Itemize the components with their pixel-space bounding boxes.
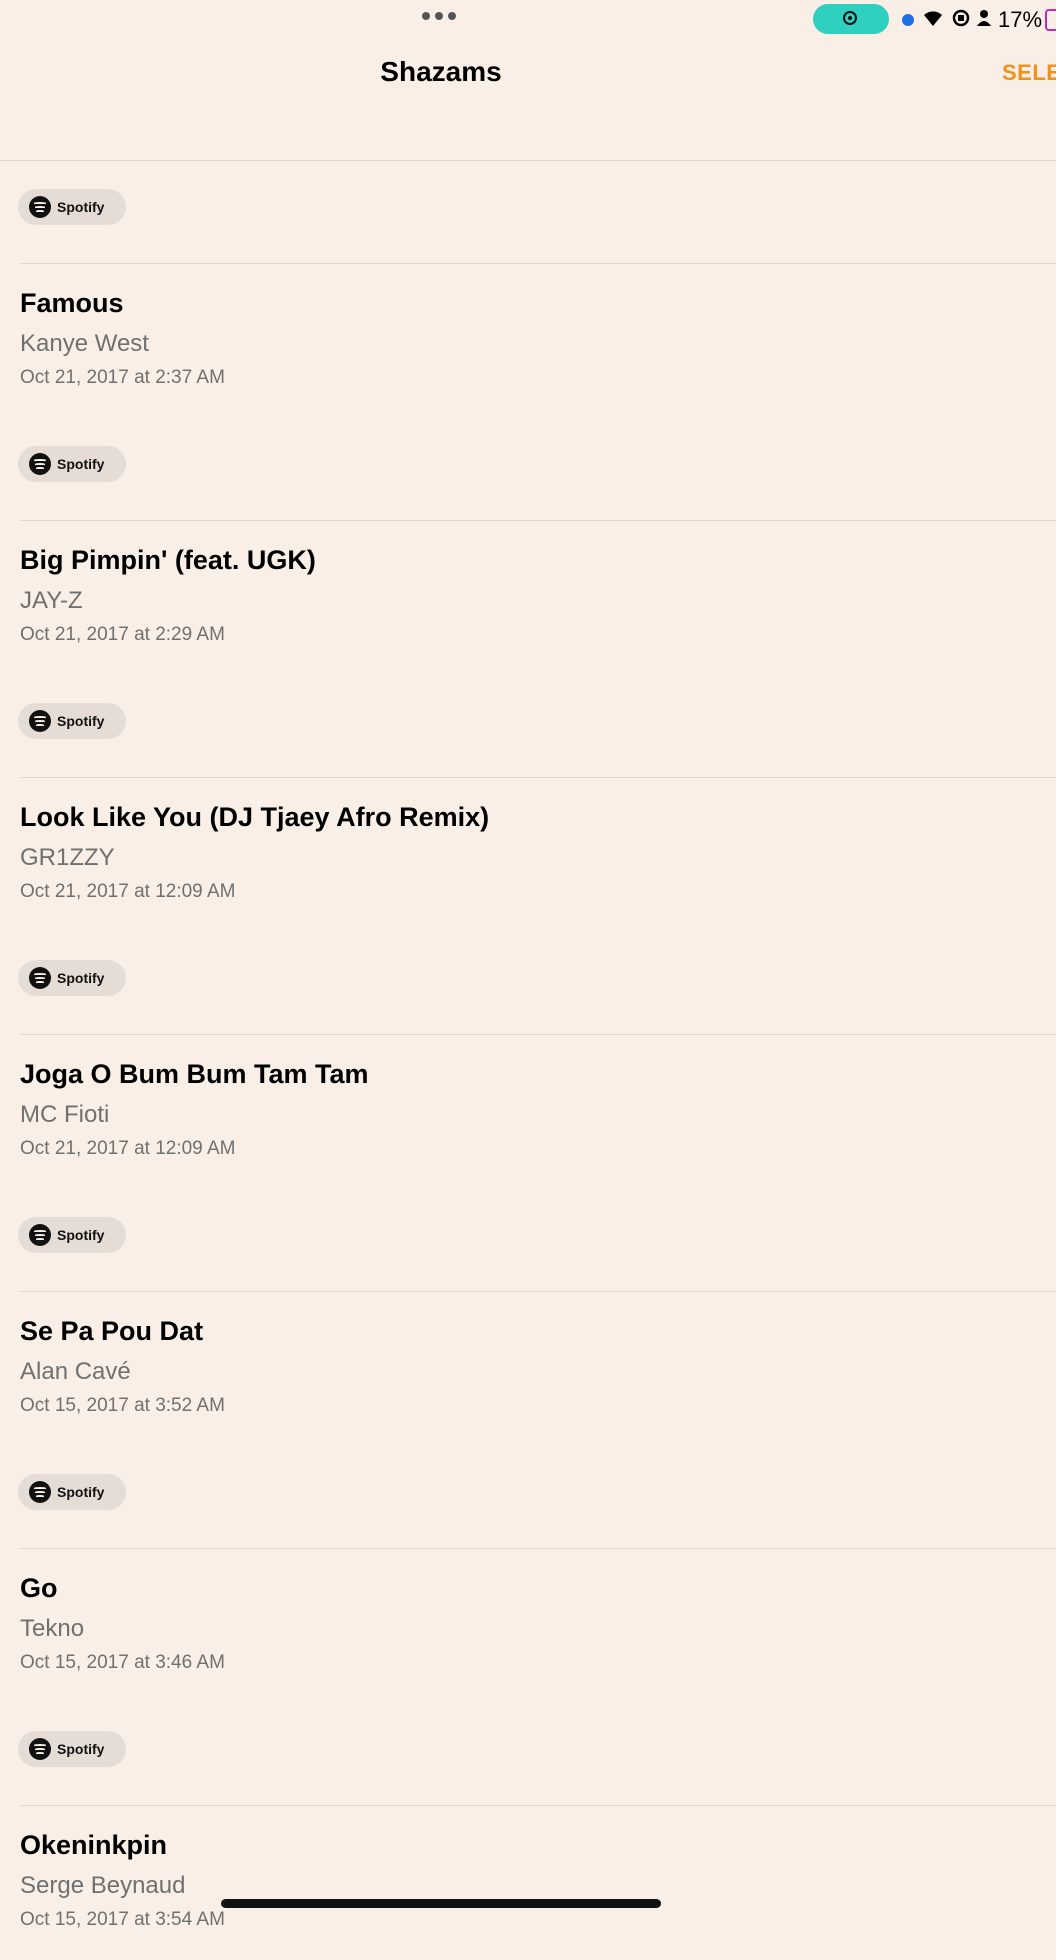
status-bar: 17% — [0, 0, 1056, 40]
song-artist: MC Fioti — [20, 1101, 110, 1128]
spotify-label: Spotify — [57, 199, 105, 215]
song-date: Oct 21, 2017 at 2:37 AM — [20, 367, 225, 388]
spotify-icon — [29, 1738, 51, 1760]
song-title: Go — [20, 1573, 58, 1603]
spotify-button[interactable]: Spotify — [18, 189, 126, 225]
spotify-button[interactable]: Spotify — [18, 1217, 126, 1253]
spotify-label: Spotify — [57, 713, 105, 729]
list-item-spotify-row: Spotify — [18, 161, 1056, 264]
song-date: Oct 21, 2017 at 12:09 AM — [20, 881, 236, 902]
spotify-icon — [29, 453, 51, 475]
page-title: Shazams — [380, 56, 502, 87]
song-artist: Serge Beynaud — [20, 1872, 186, 1899]
song-date: Oct 15, 2017 at 3:54 AM — [20, 1909, 225, 1930]
song-artist: Tekno — [20, 1615, 85, 1642]
battery-icon — [1045, 9, 1056, 31]
spotify-label: Spotify — [57, 1227, 105, 1243]
list-item-spotify-row: Spotify — [18, 418, 1056, 521]
song-date: Oct 15, 2017 at 3:46 AM — [20, 1652, 225, 1673]
spotify-button[interactable]: Spotify — [18, 446, 126, 482]
song-title: Famous — [20, 288, 124, 318]
song-title: Joga O Bum Bum Tam Tam — [20, 1059, 369, 1089]
list-item[interactable]: Big Pimpin' (feat. UGK) JAY-Z Oct 21, 20… — [20, 521, 1056, 675]
list-item-spotify-row: Spotify — [18, 1189, 1056, 1292]
spotify-icon — [29, 1481, 51, 1503]
wifi-icon — [921, 6, 945, 34]
list-item[interactable]: Look Like You (DJ Tjaey Afro Remix) GR1Z… — [20, 778, 1056, 932]
home-indicator[interactable] — [221, 1899, 661, 1908]
rotation-lock-icon — [951, 6, 971, 34]
nav-bar: Shazams SELE — [0, 40, 1056, 161]
list-item[interactable]: Se Pa Pou Dat Alan Cavé Oct 15, 2017 at … — [20, 1292, 1056, 1446]
spotify-label: Spotify — [57, 970, 105, 986]
shazam-list: Spotify Famous Kanye West Oct 21, 2017 a… — [0, 161, 1056, 1960]
spotify-button[interactable]: Spotify — [18, 1731, 126, 1767]
song-date: Oct 21, 2017 at 2:29 AM — [20, 624, 225, 645]
song-date: Oct 21, 2017 at 12:09 AM — [20, 1138, 236, 1159]
song-date: Oct 15, 2017 at 3:52 AM — [20, 1395, 225, 1416]
list-item-spotify-row: Spotify — [18, 1446, 1056, 1549]
spotify-button[interactable]: Spotify — [18, 1474, 126, 1510]
spotify-button[interactable]: Spotify — [18, 960, 126, 996]
battery-percent: 17% — [998, 7, 1043, 32]
blue-dot-icon — [902, 14, 914, 26]
spotify-icon — [29, 1224, 51, 1246]
person-icon — [975, 6, 993, 34]
song-artist: JAY-Z — [20, 587, 83, 614]
spotify-icon — [29, 967, 51, 989]
song-title: Okeninkpin — [20, 1830, 168, 1860]
spotify-icon — [29, 710, 51, 732]
list-item-spotify-row: Spotify — [18, 1703, 1056, 1806]
screen-record-icon[interactable] — [813, 4, 889, 34]
song-artist: Kanye West — [20, 330, 149, 357]
song-title: Big Pimpin' (feat. UGK) — [20, 545, 316, 575]
spotify-icon — [29, 196, 51, 218]
song-artist: Alan Cavé — [20, 1358, 131, 1385]
spotify-label: Spotify — [57, 456, 105, 472]
song-title: Se Pa Pou Dat — [20, 1316, 204, 1346]
spotify-button[interactable]: Spotify — [18, 703, 126, 739]
song-artist: GR1ZZY — [20, 844, 115, 871]
spotify-label: Spotify — [57, 1484, 105, 1500]
more-dots-icon[interactable] — [422, 12, 456, 20]
list-item[interactable]: Go Tekno Oct 15, 2017 at 3:46 AM — [20, 1549, 1056, 1703]
list-item[interactable]: Famous Kanye West Oct 21, 2017 at 2:37 A… — [20, 264, 1056, 418]
list-item[interactable]: Joga O Bum Bum Tam Tam MC Fioti Oct 21, … — [20, 1035, 1056, 1189]
spotify-label: Spotify — [57, 1741, 105, 1757]
list-item[interactable]: Okeninkpin Serge Beynaud Oct 15, 2017 at… — [20, 1806, 1056, 1960]
list-item-spotify-row: Spotify — [18, 932, 1056, 1035]
select-button[interactable]: SELE — [1002, 60, 1056, 86]
list-item-spotify-row: Spotify — [18, 675, 1056, 778]
song-title: Look Like You (DJ Tjaey Afro Remix) — [20, 802, 490, 832]
